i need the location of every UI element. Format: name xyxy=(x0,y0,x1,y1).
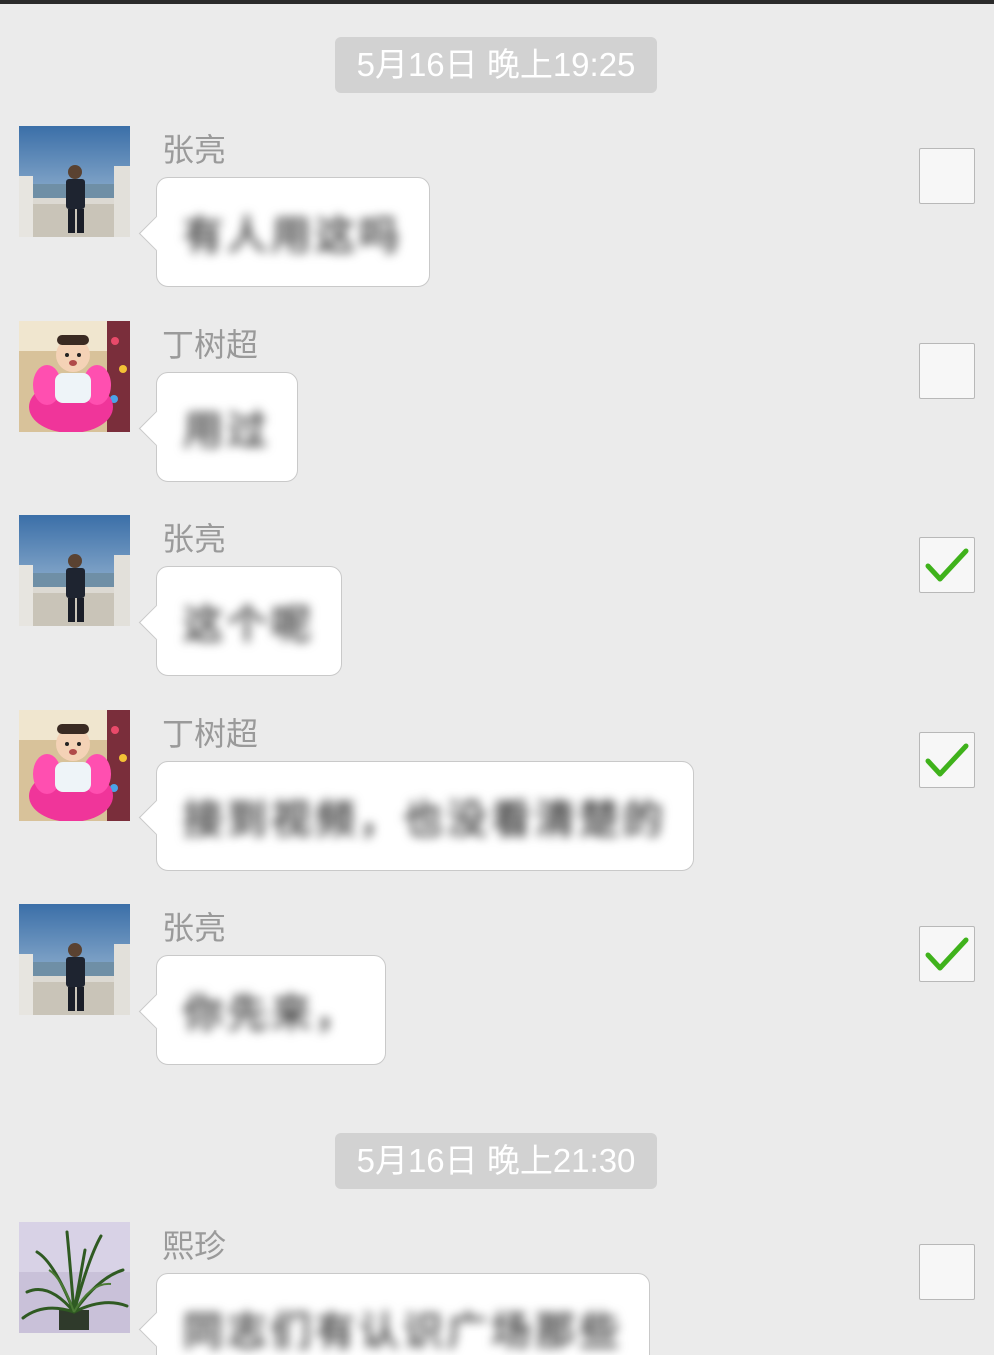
sender-name: 张亮 xyxy=(162,131,227,169)
message-bubble[interactable]: 同志们有认识广场那些 xyxy=(156,1273,650,1355)
checkmark-icon xyxy=(925,548,969,582)
sender-name: 张亮 xyxy=(162,520,227,558)
select-checkbox[interactable] xyxy=(919,343,975,399)
message-text: 同志们有认识广场那些 xyxy=(183,1309,623,1355)
select-checkbox[interactable] xyxy=(919,537,975,593)
sender-name: 张亮 xyxy=(162,909,227,947)
timestamp-divider: 5月16日 晚上21:30 xyxy=(335,1133,657,1189)
checkmark-icon xyxy=(925,743,969,777)
checkmark-icon xyxy=(925,937,969,971)
avatar-man-by-lake[interactable] xyxy=(19,515,130,626)
select-checkbox[interactable] xyxy=(919,148,975,204)
message-bubble[interactable]: 有人用这吗 xyxy=(156,177,430,287)
message-bubble[interactable]: 你先来， xyxy=(156,955,386,1065)
message-text: 有人用这吗 xyxy=(183,213,403,259)
message-text: 这个呢 xyxy=(183,602,315,648)
avatar-baby-pink-chair[interactable] xyxy=(19,710,130,821)
sender-name: 丁树超 xyxy=(162,326,259,364)
message-bubble[interactable]: 这个呢 xyxy=(156,566,342,676)
select-checkbox[interactable] xyxy=(919,1244,975,1300)
top-edge-divider xyxy=(0,0,994,4)
sender-name: 熙珍 xyxy=(162,1227,227,1265)
timestamp-divider: 5月16日 晚上19:25 xyxy=(335,37,657,93)
select-checkbox[interactable] xyxy=(919,732,975,788)
sender-name: 丁树超 xyxy=(162,715,259,753)
avatar-man-by-lake[interactable] xyxy=(19,904,130,1015)
message-bubble[interactable]: 接到视频，也没看清楚的 xyxy=(156,761,694,871)
avatar-potted-plant[interactable] xyxy=(19,1222,130,1333)
avatar-baby-pink-chair[interactable] xyxy=(19,321,130,432)
message-text: 你先来， xyxy=(183,991,359,1037)
avatar-man-by-lake[interactable] xyxy=(19,126,130,237)
message-bubble[interactable]: 用过 xyxy=(156,372,298,482)
select-checkbox[interactable] xyxy=(919,926,975,982)
message-text: 用过 xyxy=(183,408,271,454)
message-text: 接到视频，也没看清楚的 xyxy=(183,797,667,843)
